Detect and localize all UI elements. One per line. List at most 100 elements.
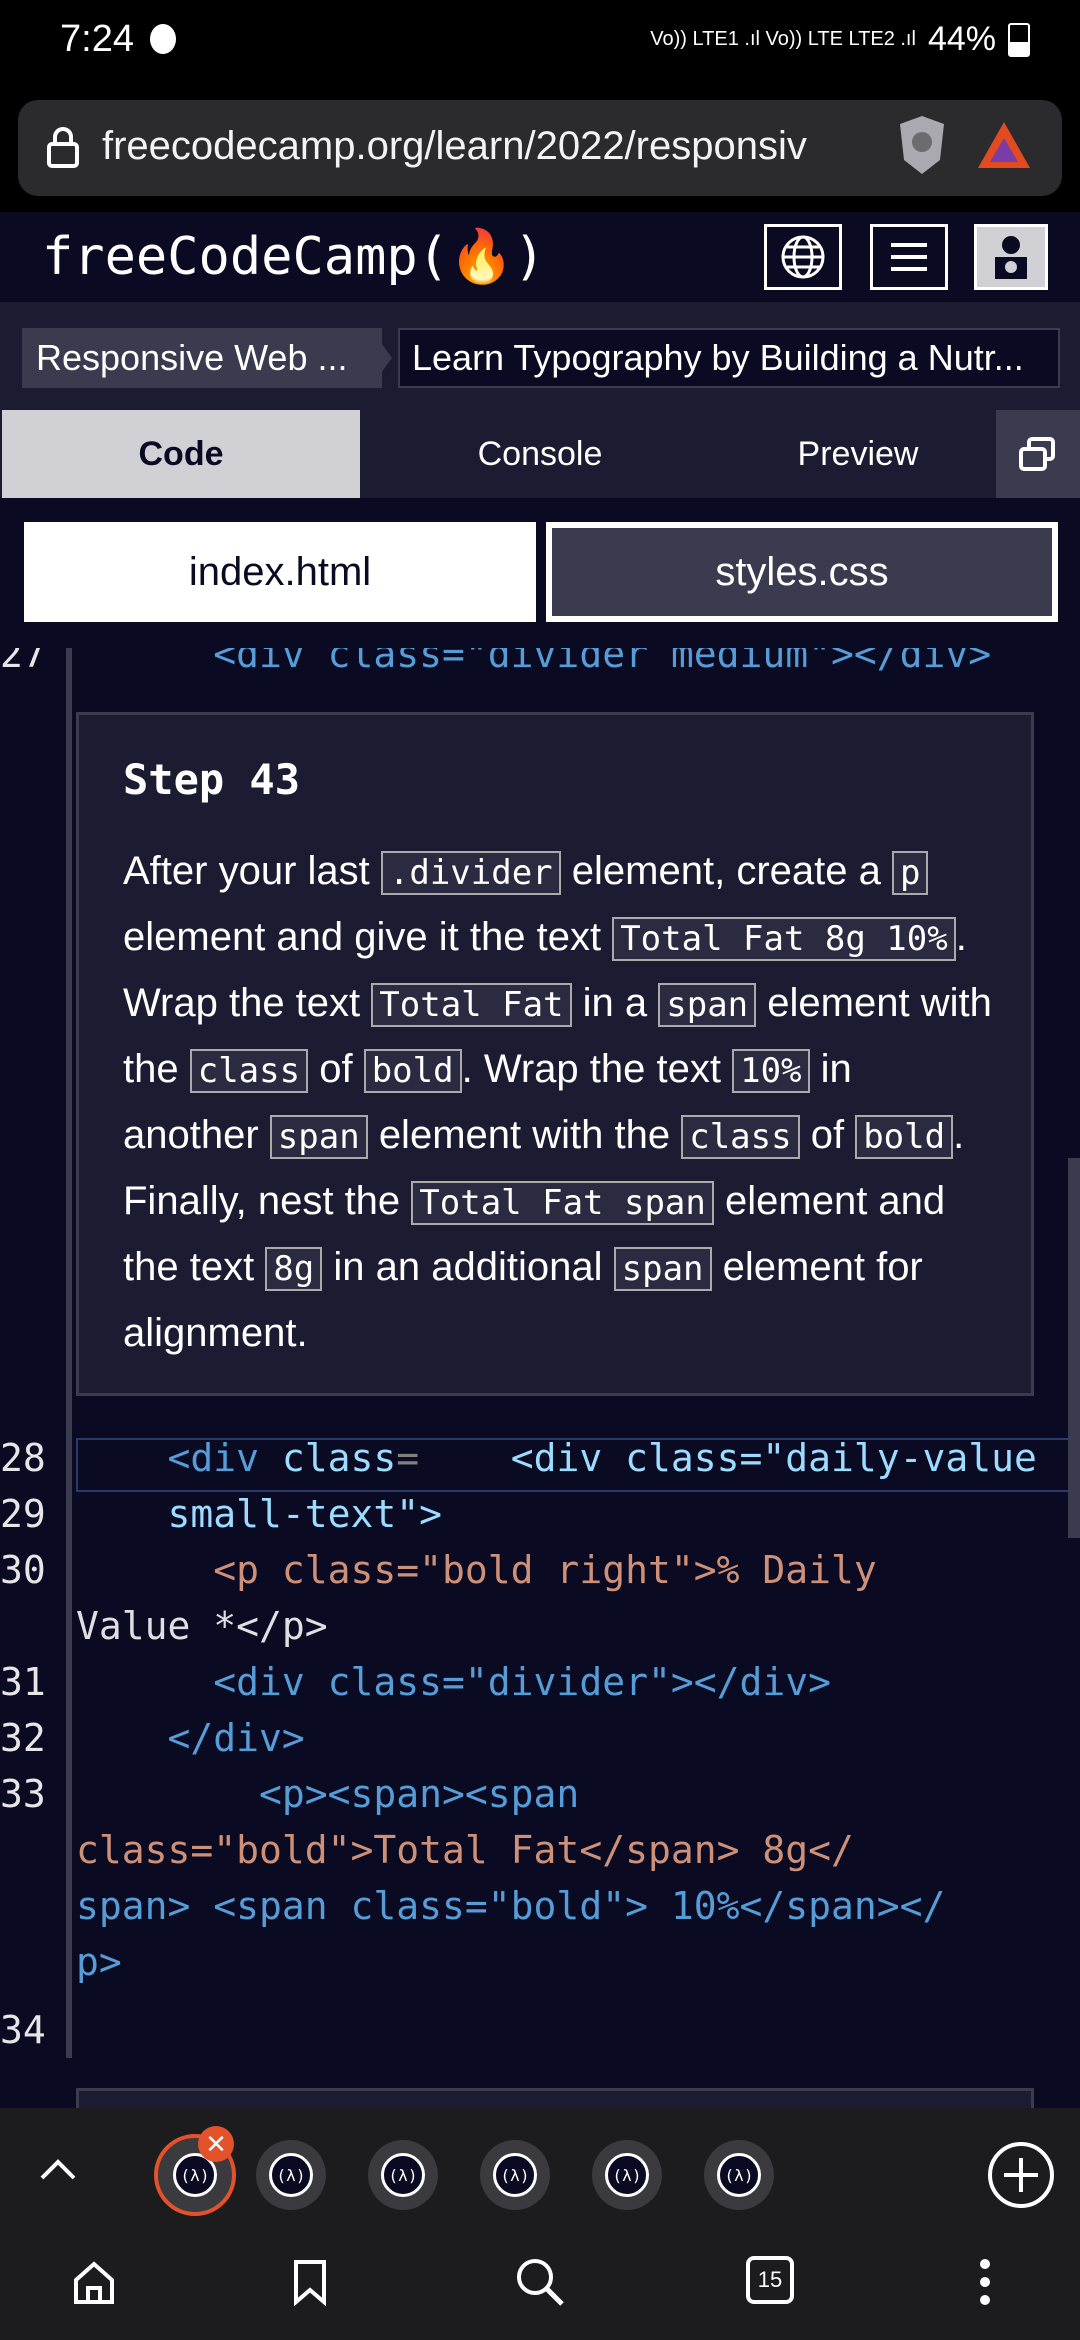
fcc-logo[interactable]: freeCodeCamp(🔥) [42,226,545,287]
tab-preview[interactable]: Preview [720,410,996,498]
more-options-icon[interactable] [970,2256,1000,2308]
tab-console[interactable]: Console [360,410,720,498]
hamburger-icon [891,243,927,271]
next-panel-partial [76,2088,1034,2108]
browser-toolbar: freecodecamp.org/learn/2022/responsiv [0,84,1080,212]
inline-code: Total Fat 8g 10% [612,917,956,961]
status-bar: 7:24 Vo)) LTE1 .ıl Vo)) LTE LTE2 .ıl 44% [0,0,1080,84]
inline-code: bold [855,1115,954,1159]
desc-text: element, create a [571,849,881,893]
editor-tabs: Code Console Preview [0,410,1080,500]
inline-code: Total Fat span [411,1181,714,1225]
code-line-33c: span> <span class="bold"> 10%</span></ [76,1884,946,1928]
desc-text: After your last [123,849,370,893]
new-tab-icon[interactable] [986,2140,1056,2210]
file-tab-styles-css[interactable]: styles.css [546,522,1058,622]
line-number-33: 33 [0,1772,46,1816]
breadcrumb-project[interactable]: Learn Typography by Building a Nutr... [398,328,1060,388]
desc-text: in a [582,981,648,1025]
inline-code: span [658,983,757,1027]
chevron-up-icon[interactable] [38,2154,78,2184]
globe-icon [781,235,825,279]
inline-code: span [269,1115,368,1159]
tab-count-button[interactable]: 15 [746,2256,794,2304]
fcc-tab-icon: (λ) [605,2153,649,2197]
breadcrumb-chevron [370,328,392,388]
code-line-30a: <p class="bold right">% Daily [76,1548,877,1592]
url-text[interactable]: freecodecamp.org/learn/2022/responsiv [102,124,872,169]
desc-text: element and give it the text [123,915,602,959]
line-number-30: 30 [0,1548,46,1592]
bookmark-icon[interactable] [290,2258,330,2306]
browser-tab[interactable]: (λ) [592,2140,662,2210]
code-line-31: <div class="divider"></div> [76,1660,831,1704]
network-text: Vo)) LTE1 .ıl Vo)) LTE LTE2 .ıl [650,28,916,50]
instructions-panel: Step 43 After your last .divider element… [76,712,1034,1396]
brave-rewards-icon[interactable] [976,118,1032,174]
language-button[interactable] [764,224,842,290]
code-line-29: small-text"> [76,1492,443,1536]
window-popout-icon [1019,437,1055,471]
notification-icon [150,24,176,54]
inline-code: class [681,1115,800,1159]
code-line-33a: <p><span><span [76,1772,580,1816]
line-number-29: 29 [0,1492,46,1536]
browser-tab[interactable]: (λ) [480,2140,550,2210]
browser-tab[interactable]: (λ) [704,2140,774,2210]
status-time: 7:24 [60,18,134,60]
fcc-tab-icon: (λ) [269,2153,313,2197]
code-line-32: </div> [76,1716,305,1760]
file-tab-index-html[interactable]: index.html [24,522,536,622]
line-number-31: 31 [0,1660,46,1704]
inline-code: 10% [732,1049,810,1093]
desc-text: of [319,1047,353,1091]
address-bar[interactable]: freecodecamp.org/learn/2022/responsiv [18,100,1062,196]
step-description: After your last .divider element, create… [123,839,993,1365]
breadcrumb-course[interactable]: Responsive Web ... [22,328,382,388]
avatar [995,236,1027,279]
inline-code: class [189,1049,309,1093]
scrollbar[interactable] [1068,1158,1080,1538]
fcc-navbar: freeCodeCamp(🔥) [0,212,1080,302]
line-number-32: 32 [0,1716,46,1760]
code-line-30b: Value *</p> [76,1604,328,1648]
gutter-divider [66,648,72,2058]
inline-code: p [891,851,929,895]
breadcrumb: Responsive Web ... Learn Typography by B… [0,302,1080,410]
tab-code[interactable]: Code [2,410,360,498]
brave-shields-icon[interactable] [894,112,950,178]
code-line-33d: p> [76,1940,122,1984]
line-number-34: 34 [0,2008,46,2052]
lock-icon [47,127,79,168]
inline-code: span [613,1247,712,1291]
desc-text: of [810,1113,845,1157]
code-line-partial: <div class="divider medium"></div> [76,648,992,676]
close-tab-icon[interactable]: ✕ [198,2126,234,2162]
browser-tab[interactable]: (λ) [256,2140,326,2210]
line-number-partial: 27 [0,648,46,676]
search-icon[interactable] [514,2256,566,2308]
browser-tab-strip: (λ) ✕ (λ) (λ) (λ) (λ) (λ) [0,2108,1080,2236]
battery-icon [1008,22,1030,57]
line-number-28: 28 [0,1436,46,1480]
home-icon[interactable] [70,2258,118,2306]
step-title: Step 43 [123,755,301,804]
battery-percent: 44% [927,20,996,58]
inline-code: bold [363,1049,462,1093]
desc-text: . Wrap the text [461,1047,721,1091]
code-line-33b: class="bold">Total Fat</span> 8g</ [76,1828,854,1872]
fcc-tab-icon: (λ) [717,2153,761,2197]
browser-bottom-bar: 15 [0,2236,1080,2340]
desc-text: element with the [378,1113,671,1157]
file-tabs: index.html styles.css [0,498,1080,648]
inline-code: 8g [265,1247,323,1291]
popout-button[interactable] [996,410,1080,498]
status-indicators: Vo)) LTE1 .ıl Vo)) LTE LTE2 .ıl 44% [650,20,1030,59]
fcc-tab-icon: (λ) [493,2153,537,2197]
inline-code: .divider [380,851,561,895]
fcc-tab-icon: (λ) [381,2153,425,2197]
menu-button[interactable] [870,224,948,290]
code-line-28-text: <div class="daily-value [419,1436,1037,1480]
avatar-button[interactable] [974,224,1048,290]
browser-tab[interactable]: (λ) [368,2140,438,2210]
